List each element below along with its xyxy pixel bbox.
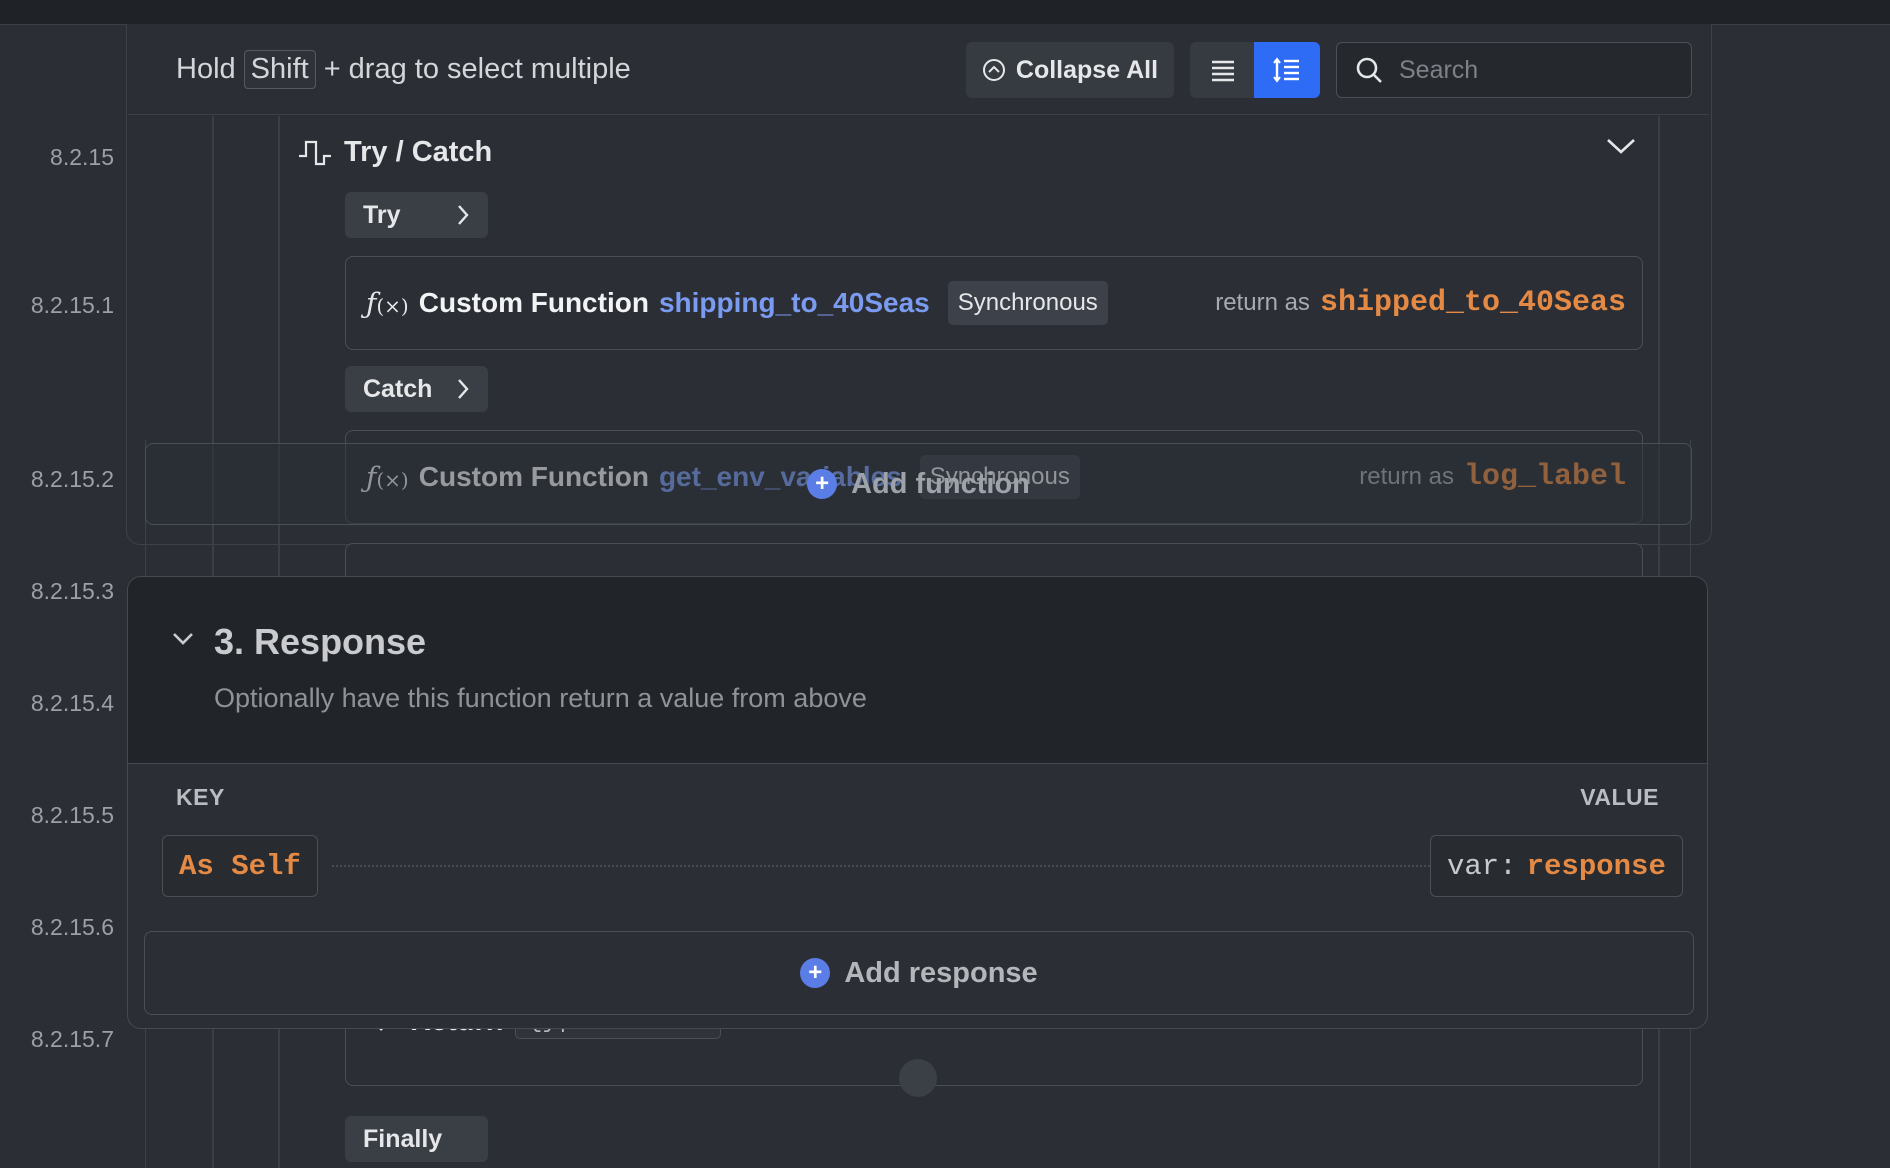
return-as-label: return as xyxy=(1215,289,1310,316)
try-chip[interactable]: Try xyxy=(345,192,488,238)
key-column-header: KEY xyxy=(176,784,225,810)
finally-label: Finally xyxy=(363,1124,443,1153)
search-icon xyxy=(1356,57,1382,83)
finally-chip[interactable]: Finally xyxy=(345,1116,488,1162)
catch-chip[interactable]: Catch xyxy=(345,366,488,412)
response-description: Optionally have this function return a v… xyxy=(214,683,867,713)
plus-circle-icon: + xyxy=(807,469,838,499)
function-name[interactable]: shipping_to_40Seas xyxy=(659,287,930,319)
key-value-connector xyxy=(332,865,1490,867)
hint-prefix: Hold xyxy=(176,53,236,85)
chevron-down-icon[interactable] xyxy=(172,627,194,649)
collapse-all-button[interactable]: Collapse All xyxy=(966,42,1174,98)
collapse-circle-icon xyxy=(982,59,1005,81)
line-number: 8.2.15.5 xyxy=(30,802,114,828)
line-number: 8.2.15.4 xyxy=(30,690,114,716)
line-number: 8.2.15 xyxy=(50,144,114,170)
line-number: 8.2.15.7 xyxy=(30,1026,114,1052)
add-function-dropzone[interactable]: + Add function xyxy=(145,443,1692,525)
sync-badge: Synchronous xyxy=(947,281,1108,325)
value-name: response xyxy=(1526,849,1666,883)
hint-suffix: + drag to select multiple xyxy=(323,53,631,85)
value-column-header: VALUE xyxy=(1580,784,1659,810)
top-bar xyxy=(0,0,1890,25)
search-input[interactable] xyxy=(1397,54,1661,86)
chevron-right-icon xyxy=(458,379,469,399)
chevron-down-icon[interactable] xyxy=(1606,136,1636,156)
collapse-all-label: Collapse All xyxy=(1015,55,1159,84)
search-box[interactable] xyxy=(1336,42,1692,98)
response-value-field[interactable]: var: response xyxy=(1430,835,1683,897)
list-view-button[interactable] xyxy=(1190,42,1256,98)
line-number: 8.2.15.1 xyxy=(30,292,114,318)
line-number: 8.2.15.2 xyxy=(30,466,114,492)
add-response-button[interactable]: + Add response xyxy=(144,931,1694,1015)
response-header: 3. Response Optionally have this functio… xyxy=(128,577,1707,764)
try-catch-label: Try / Catch xyxy=(344,136,493,168)
drag-handle[interactable] xyxy=(899,1059,937,1097)
try-catch-title[interactable]: Try / Catch xyxy=(298,136,492,169)
add-function-label: Add function xyxy=(851,467,1030,500)
catch-label: Catch xyxy=(363,374,433,403)
response-panel: 3. Response Optionally have this functio… xyxy=(127,576,1708,1029)
response-key-field[interactable]: As Self xyxy=(162,835,318,897)
toolbar: Hold Shift + drag to select multiple Col… xyxy=(128,24,1708,115)
function-type: Custom Function xyxy=(418,287,649,318)
return-variable[interactable]: shipped_to_40Seas xyxy=(1320,286,1626,320)
plus-circle-icon: + xyxy=(800,958,831,988)
line-number: 8.2.15.6 xyxy=(30,914,114,940)
numbered-view-button[interactable] xyxy=(1254,42,1320,98)
response-title: 3. Response xyxy=(214,621,427,662)
line-number: 8.2.15.3 xyxy=(30,578,114,604)
function-icon: ƒ(×) xyxy=(366,286,409,320)
chevron-right-icon xyxy=(458,205,469,225)
add-response-label: Add response xyxy=(844,956,1038,989)
list-icon xyxy=(1212,60,1234,82)
try-catch-icon xyxy=(299,140,331,165)
try-label: Try xyxy=(363,200,401,229)
shift-key-badge: Shift xyxy=(243,50,316,89)
multi-select-hint: Hold Shift + drag to select multiple xyxy=(176,50,631,89)
numbered-list-icon xyxy=(1273,57,1299,83)
value-prefix: var: xyxy=(1447,849,1517,883)
custom-function-step[interactable]: ƒ(×) Custom Function shipping_to_40Seas … xyxy=(345,256,1643,350)
